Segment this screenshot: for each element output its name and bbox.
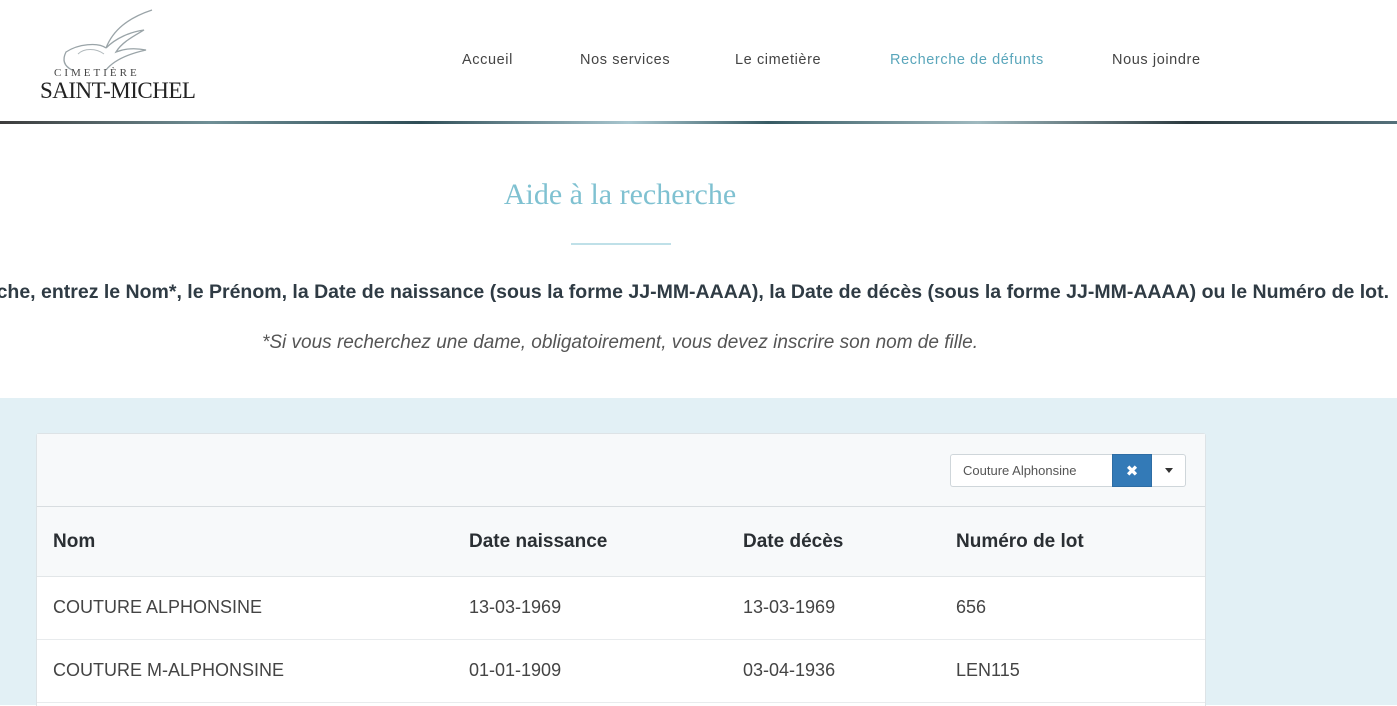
- nav-item-cimetiere[interactable]: Le cimetière: [735, 52, 821, 68]
- clear-search-button[interactable]: ✖: [1112, 454, 1152, 487]
- title-divider: [571, 243, 671, 245]
- cell-date-naissance: 13-03-1969: [469, 597, 562, 617]
- cell-numero-lot: LEN115: [956, 660, 1020, 680]
- hero-image-strip: [0, 121, 1397, 124]
- cell-date-deces: 13-03-1969: [743, 597, 836, 617]
- page-title: Aide à la recherche: [503, 178, 737, 211]
- cell-numero-lot: 656: [956, 597, 987, 617]
- table-row[interactable]: COUTURE M-ALPHONSINE 01-01-1909 03-04-19…: [37, 640, 1205, 703]
- close-icon: ✖: [1125, 462, 1139, 480]
- cell-nom: COUTURE M-ALPHONSINE: [53, 660, 285, 680]
- site-header: CIMETIÈRE SAINT-MICHEL Accueil Nos servi…: [0, 0, 1397, 124]
- nav-item-services[interactable]: Nos services: [580, 52, 670, 68]
- column-header-nom[interactable]: Nom: [53, 531, 95, 553]
- nav-item-joindre[interactable]: Nous joindre: [1112, 52, 1201, 68]
- results-panel: ✖ Nom Date naissance Date décès Numéro d…: [36, 433, 1206, 706]
- column-header-date-naissance[interactable]: Date naissance: [469, 531, 607, 553]
- logo-main-text: SAINT-MICHEL: [40, 78, 196, 103]
- column-header-date-deces[interactable]: Date décès: [743, 531, 843, 553]
- cell-date-deces: 03-04-1936: [743, 660, 836, 680]
- table-header: Nom Date naissance Date décès Numéro de …: [37, 507, 1205, 577]
- search-instructions: echerche, entrez le Nom*, le Prénom, la …: [0, 281, 1389, 303]
- chevron-down-icon: [1164, 468, 1173, 473]
- column-header-numero-lot[interactable]: Numéro de lot: [956, 531, 1084, 553]
- search-options-dropdown[interactable]: [1152, 454, 1186, 487]
- nav-item-recherche[interactable]: Recherche de défunts: [890, 52, 1044, 68]
- cell-nom: COUTURE ALPHONSINE: [53, 597, 263, 617]
- table-toolbar: ✖: [37, 434, 1205, 507]
- table-row[interactable]: COUTURE ALPHONSINE 13-03-1969 13-03-1969…: [37, 577, 1205, 640]
- logo[interactable]: CIMETIÈRE SAINT-MICHEL: [38, 8, 196, 108]
- cell-date-naissance: 01-01-1909: [469, 660, 562, 680]
- nav-item-accueil[interactable]: Accueil: [462, 52, 513, 68]
- search-input[interactable]: [950, 454, 1112, 487]
- search-note: *Si vous recherchez une dame, obligatoir…: [261, 332, 979, 353]
